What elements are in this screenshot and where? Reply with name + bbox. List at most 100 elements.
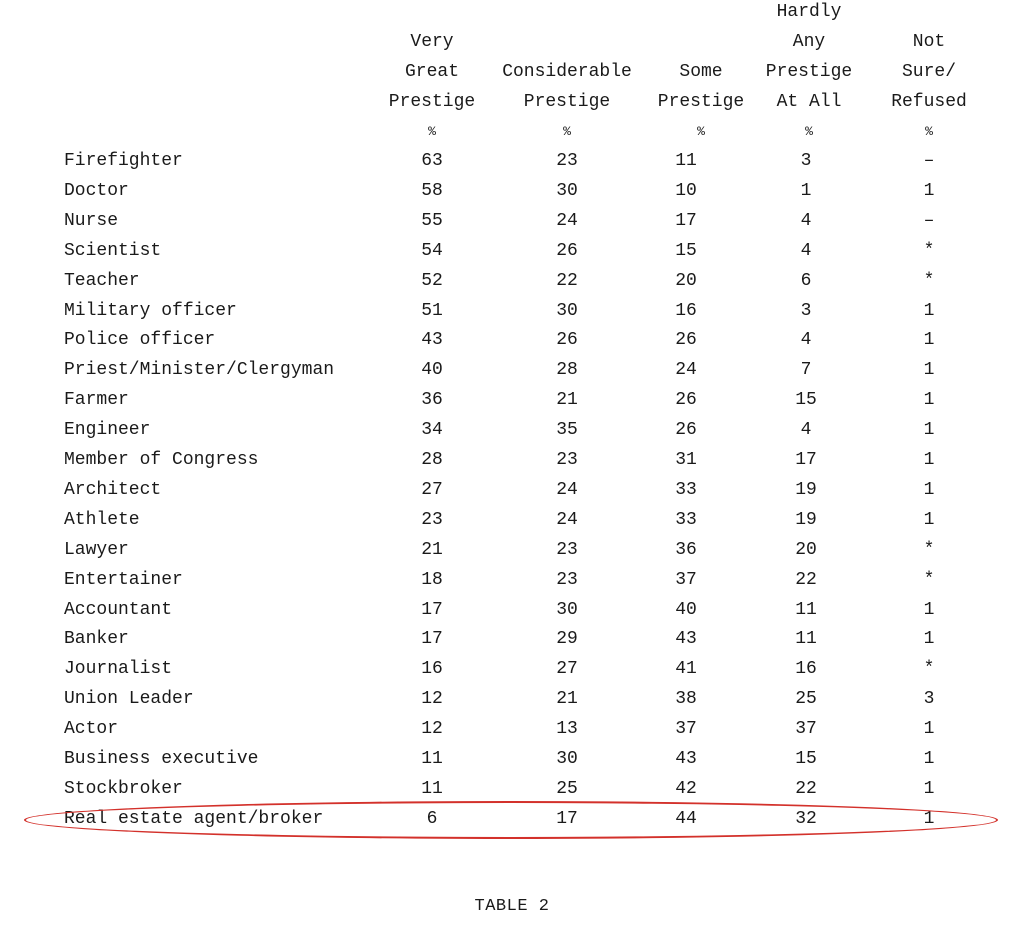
percent-cell: 24 xyxy=(556,509,578,530)
column-header-line: Prestige xyxy=(523,92,611,112)
column-header-line: Hardly xyxy=(776,2,842,22)
column-header-line: Considerable xyxy=(502,62,632,82)
percent-cell: 4 xyxy=(800,210,812,231)
percent-cell: 1 xyxy=(923,778,935,799)
percent-cell: 35 xyxy=(556,420,578,441)
percent-cell: 11 xyxy=(795,629,817,650)
percent-cell: 1 xyxy=(923,599,935,620)
percent-cell: 41 xyxy=(675,659,697,680)
percent-cell: 43 xyxy=(421,330,443,351)
table-row: Actor 12 13 37 37 1 xyxy=(0,714,1024,744)
percent-cell: 26 xyxy=(675,330,697,351)
percent-cell: 42 xyxy=(675,778,697,799)
percent-cell: 20 xyxy=(675,270,697,291)
percent-cell: 23 xyxy=(421,509,443,530)
occupation-label: Police officer xyxy=(64,330,216,351)
percent-cell: 43 xyxy=(675,749,697,769)
percent-cell: – xyxy=(923,210,935,231)
percent-cell: 43 xyxy=(675,629,697,650)
occupation-label: Accountant xyxy=(64,599,173,620)
percent-cell: 26 xyxy=(556,240,578,261)
percent-cell: 15 xyxy=(795,749,817,769)
occupation-label: Doctor xyxy=(64,180,129,201)
percent-cell: * xyxy=(923,270,935,291)
percent-cell: 1 xyxy=(923,300,935,321)
column-unit-label: % xyxy=(805,124,813,139)
percent-cell: 55 xyxy=(421,210,443,231)
occupation-label: Union Leader xyxy=(64,689,194,710)
percent-cell: 12 xyxy=(421,719,443,740)
percent-cell: 1 xyxy=(800,180,812,201)
occupation-label: Journalist xyxy=(64,659,173,680)
percent-cell: 28 xyxy=(421,450,443,470)
table-row: Firefighter 63 23 11 3 – xyxy=(0,146,1024,176)
percent-cell: 1 xyxy=(923,629,935,650)
occupation-label: Firefighter xyxy=(64,151,183,171)
percent-cell: 18 xyxy=(421,569,443,590)
column-unit-label: % xyxy=(428,124,436,139)
percent-cell: 36 xyxy=(421,390,443,411)
percent-cell: 63 xyxy=(421,151,443,171)
table-row: Member of Congress 28 23 31 17 1 xyxy=(0,445,1024,475)
highlight-annotation-ellipse xyxy=(24,801,998,839)
percent-cell: 4 xyxy=(800,330,812,351)
percent-cell: 19 xyxy=(795,479,817,500)
percent-cell: 11 xyxy=(795,599,817,620)
table-row: Military officer 51 30 16 3 1 xyxy=(0,296,1024,326)
percent-cell: 37 xyxy=(675,719,697,740)
percent-cell: 17 xyxy=(675,210,697,231)
percent-cell: 33 xyxy=(675,509,697,530)
occupation-label: Nurse xyxy=(64,210,119,231)
table-row: Business executive 11 30 43 15 1 xyxy=(0,744,1024,774)
percent-cell: 30 xyxy=(556,599,578,620)
percent-cell: 12 xyxy=(421,689,443,710)
occupation-label: Entertainer xyxy=(64,569,183,590)
percent-cell: 21 xyxy=(556,390,578,411)
percent-cell: 16 xyxy=(421,659,443,680)
percent-cell: 1 xyxy=(923,330,935,351)
percent-cell: 1 xyxy=(923,509,935,530)
percent-cell: 27 xyxy=(556,659,578,680)
percent-cell: 22 xyxy=(795,778,817,799)
table-row: Priest/Minister/Clergyman 40 28 24 7 1 xyxy=(0,355,1024,385)
table-row: Doctor 58 30 10 1 1 xyxy=(0,176,1024,206)
occupation-label: Stockbroker xyxy=(64,778,183,799)
percent-cell: 4 xyxy=(800,240,812,261)
table-row: Union Leader 12 21 38 25 3 xyxy=(0,684,1024,714)
percent-cell: 51 xyxy=(421,300,443,321)
percent-cell: 22 xyxy=(795,569,817,590)
occupation-label: Scientist xyxy=(64,240,162,261)
column-header-line: Sure/ xyxy=(901,62,956,82)
percent-cell: 21 xyxy=(556,689,578,710)
percent-cell: 28 xyxy=(556,360,578,381)
percent-cell: 23 xyxy=(556,450,578,470)
percent-cell: * xyxy=(923,659,935,680)
percent-cell: 29 xyxy=(556,629,578,650)
percent-cell: 11 xyxy=(421,778,443,799)
table-row: Scientist 54 26 15 4 * xyxy=(0,236,1024,266)
occupation-label: Farmer xyxy=(64,390,129,411)
percent-cell: 17 xyxy=(421,599,443,620)
percent-cell: 24 xyxy=(556,479,578,500)
occupation-label: Teacher xyxy=(64,270,140,291)
percent-cell: 37 xyxy=(795,719,817,740)
percent-cell: 23 xyxy=(556,539,578,560)
percent-cell: 30 xyxy=(556,749,578,769)
percent-cell: 15 xyxy=(795,390,817,411)
column-header-line: At All xyxy=(776,92,842,112)
column-header-line: Very xyxy=(410,32,454,52)
percent-cell: 25 xyxy=(556,778,578,799)
table-row: Banker 17 29 43 11 1 xyxy=(0,624,1024,654)
occupation-label: Architect xyxy=(64,479,162,500)
percent-cell: 23 xyxy=(556,569,578,590)
table-row: Athlete 23 24 33 19 1 xyxy=(0,505,1024,535)
column-header-line: Some xyxy=(679,62,723,82)
column-header-line: Refused xyxy=(891,92,967,112)
occupation-label: Banker xyxy=(64,629,129,650)
percent-cell: 7 xyxy=(800,360,812,381)
occupation-label: Priest/Minister/Clergyman xyxy=(64,360,335,381)
percent-cell: 1 xyxy=(923,479,935,500)
percent-cell: 52 xyxy=(421,270,443,291)
percent-cell: * xyxy=(923,569,935,590)
percent-cell: 1 xyxy=(923,450,935,470)
